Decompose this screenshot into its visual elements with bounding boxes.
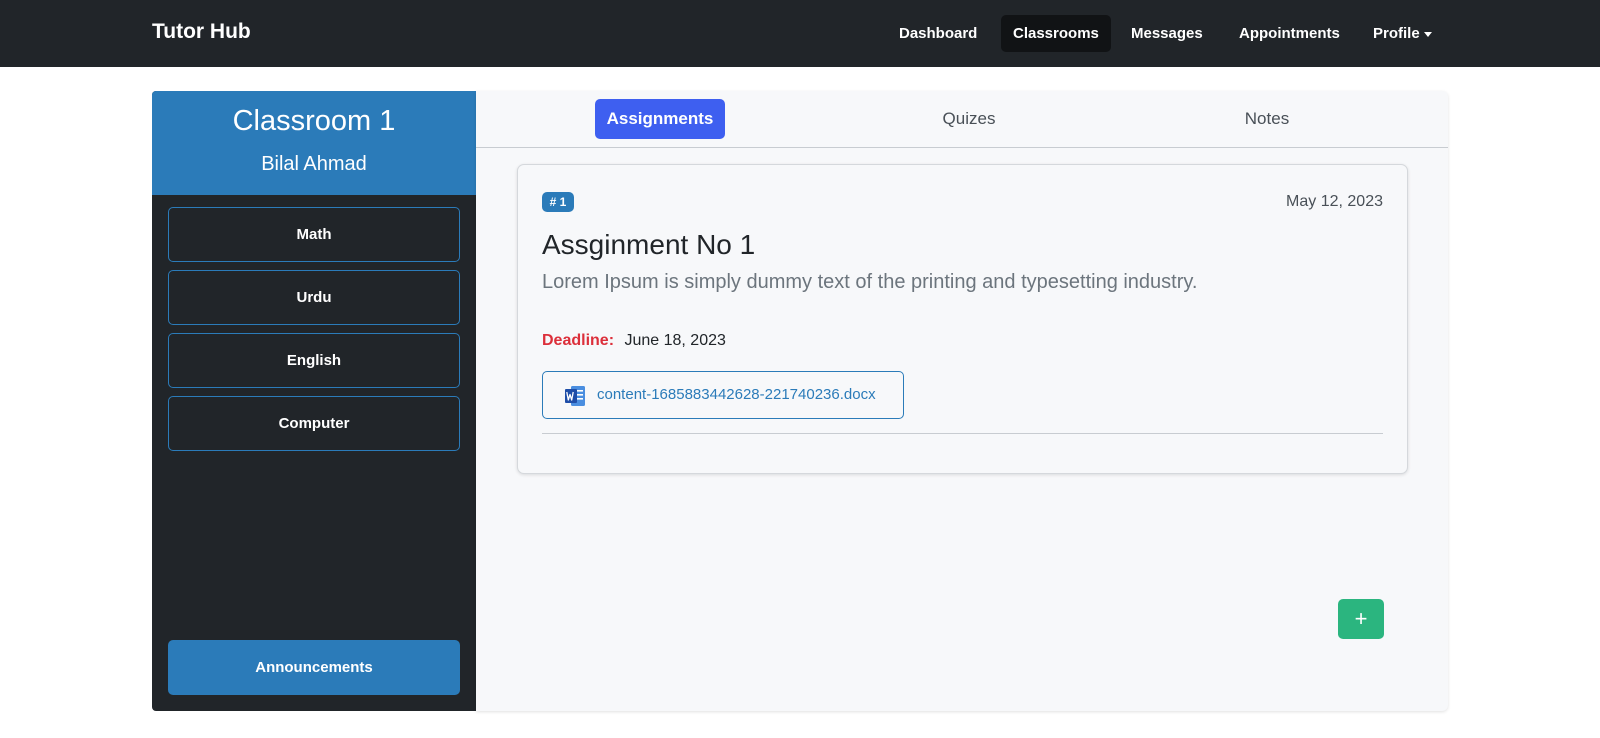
classroom-sidebar: Classroom 1 Bilal Ahmad Math Urdu Englis… [152,91,476,711]
classroom-content: Assignments Quizes Notes # 1 May 12, 202… [476,91,1448,711]
nav-messages[interactable]: Messages [1119,15,1215,52]
attachment-file-name: content-1685883442628-221740236.docx [597,386,876,403]
card-divider [542,433,1383,434]
assignment-card: # 1 May 12, 2023 Assginment No 1 Lorem I… [517,164,1408,474]
tab-notes[interactable]: Notes [1202,99,1332,139]
deadline-row: Deadline: June 18, 2023 [542,332,726,350]
classroom-header: Classroom 1 Bilal Ahmad [152,91,476,195]
assignment-date: May 12, 2023 [1286,193,1383,210]
nav-appointments-label: Appointments [1239,25,1340,42]
tab-quizes[interactable]: Quizes [904,99,1034,139]
nav-dashboard-label: Dashboard [899,25,978,42]
assignment-description: Lorem Ipsum is simply dummy text of the … [542,271,1198,293]
top-navbar: Tutor Hub Dashboard Classrooms Messages … [0,0,1600,67]
tab-assignments[interactable]: Assignments [595,99,725,139]
caret-down-icon [1423,31,1432,37]
nav-classrooms-label: Classrooms [1013,25,1099,42]
nav-classrooms[interactable]: Classrooms [1001,15,1111,52]
deadline-value: June 18, 2023 [624,332,726,349]
nav-links: Dashboard Classrooms Messages Appointmen… [0,15,1600,52]
announcements-button[interactable]: Announcements [168,640,460,695]
nav-dashboard[interactable]: Dashboard [887,15,989,52]
nav-profile-dropdown[interactable]: Profile [1361,15,1444,52]
add-assignment-button[interactable]: + [1338,599,1384,639]
subject-button-urdu[interactable]: Urdu [168,270,460,325]
word-document-icon [565,386,585,406]
attachment-file-button[interactable]: content-1685883442628-221740236.docx [542,371,904,419]
subject-button-computer[interactable]: Computer [168,396,460,451]
content-tabs: Assignments Quizes Notes [476,91,1448,148]
teacher-name: Bilal Ahmad [261,153,367,175]
deadline-label: Deadline: [542,332,615,349]
assignment-number-badge: # 1 [542,192,574,212]
assignment-title: Assginment No 1 [542,229,756,260]
nav-messages-label: Messages [1131,25,1203,42]
nav-profile-label: Profile [1373,25,1420,42]
nav-appointments[interactable]: Appointments [1227,15,1352,52]
classroom-title: Classroom 1 [232,105,396,137]
subject-button-english[interactable]: English [168,333,460,388]
subject-button-math[interactable]: Math [168,207,460,262]
